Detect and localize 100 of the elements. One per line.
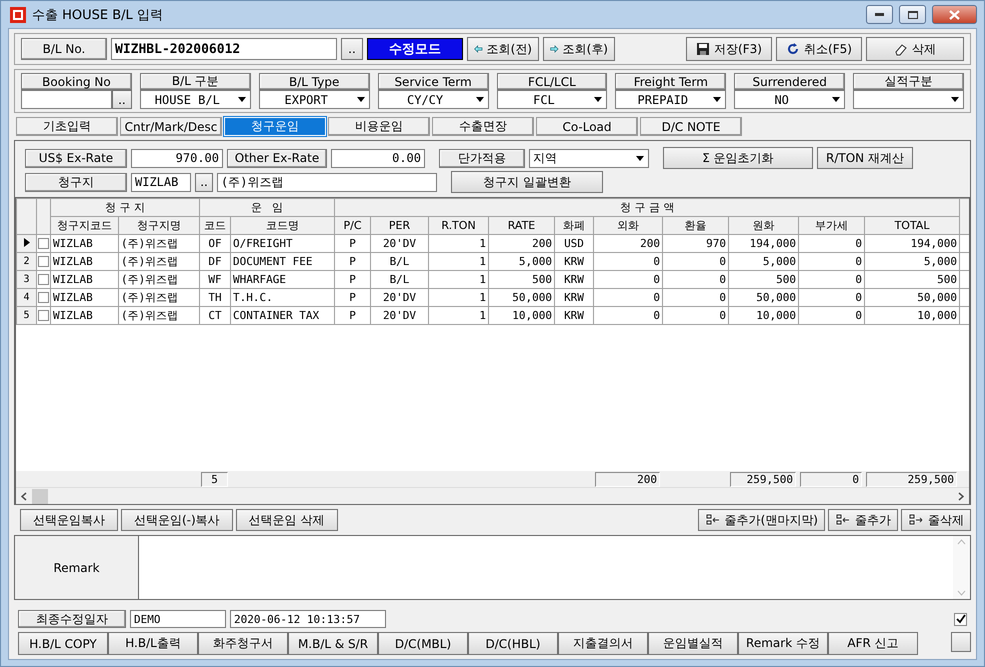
maximize-button[interactable] — [899, 5, 926, 24]
row-header[interactable]: 2 — [16, 252, 36, 270]
column-header[interactable]: 외화 — [594, 216, 662, 234]
action-button[interactable]: Remark 수정 — [738, 632, 828, 655]
tab[interactable]: 청구운임 — [224, 117, 326, 136]
recalculate-button[interactable]: R/TON 재계산 — [817, 147, 913, 169]
action-button[interactable]: D/C(HBL) — [468, 632, 558, 655]
scroll-thumb[interactable] — [32, 488, 48, 504]
action-button[interactable]: D/C(MBL) — [378, 632, 468, 655]
field-label: B/L 구분 — [140, 73, 251, 90]
bulk-convert-button[interactable]: 청구지 일괄변환 — [451, 171, 603, 193]
copy-freight-button[interactable]: 선택운임(-)복사 — [121, 509, 233, 531]
action-button[interactable]: 운임별실적 — [648, 632, 738, 655]
checkbox[interactable] — [38, 274, 49, 285]
maximize-icon — [908, 10, 918, 18]
dropdown[interactable]: CY/CY — [378, 90, 488, 109]
action-button[interactable]: M.B/L & S/R — [288, 632, 378, 655]
tab[interactable]: 기초입력 — [16, 117, 118, 136]
date-time-field[interactable]: 2020-06-12 10:13:57 — [230, 610, 386, 628]
table-cell: 970 — [662, 234, 728, 252]
checkbox[interactable] — [954, 612, 967, 626]
add-row-button[interactable]: 줄추가 — [828, 509, 898, 531]
add-row-button[interactable]: 줄추가(맨마지막) — [698, 509, 825, 531]
cancel-button[interactable]: 취소(F5) — [776, 37, 862, 61]
row-header[interactable]: 4 — [16, 288, 36, 306]
exchange-rate-field[interactable]: 0.00 — [331, 148, 425, 168]
next-button[interactable]: 조회(후) — [543, 37, 615, 61]
action-button[interactable]: 지출결의서 — [558, 632, 648, 655]
table-cell: 0 — [594, 270, 662, 288]
bill-to-name-field[interactable]: (주)위즈랩 — [217, 172, 437, 192]
action-button[interactable]: AFR 신고 — [828, 632, 918, 655]
checkbox[interactable] — [38, 238, 49, 249]
table-cell: 50,000 — [488, 288, 554, 306]
dropdown[interactable]: HOUSE B/L — [140, 90, 251, 109]
table-cell: 0 — [662, 252, 728, 270]
horizontal-scrollbar[interactable] — [16, 487, 969, 504]
lookup-button[interactable]: .. — [195, 172, 213, 192]
column-header[interactable]: R.TON — [428, 216, 488, 234]
copy-freight-button[interactable]: 선택운임복사 — [20, 509, 118, 531]
save-button[interactable]: 저장(F3) — [686, 37, 772, 61]
eraser-icon — [894, 42, 908, 56]
checkbox[interactable] — [38, 256, 49, 267]
checkbox[interactable] — [38, 292, 49, 303]
column-header[interactable]: 화폐 — [554, 216, 594, 234]
dropdown[interactable] — [853, 90, 964, 109]
lookup-button[interactable]: .. — [341, 38, 363, 60]
blank-button[interactable] — [951, 632, 971, 652]
column-header[interactable]: 코드명 — [230, 216, 334, 234]
dropdown-arrow-icon — [832, 97, 840, 102]
delete-button[interactable]: 삭제 — [866, 37, 964, 61]
column-header[interactable]: RATE — [488, 216, 554, 234]
dropdown[interactable]: NO — [734, 90, 846, 109]
table-cell: 0 — [662, 270, 728, 288]
tab[interactable]: Cntr/Mark/Desc — [120, 117, 222, 136]
table-cell: USD — [554, 234, 594, 252]
user-field[interactable]: DEMO — [130, 610, 226, 628]
tab[interactable]: 비용운임 — [328, 117, 430, 136]
tab[interactable]: D/C NOTE — [640, 117, 742, 136]
dropdown[interactable]: EXPORT — [258, 90, 370, 109]
table-cell: (주)위즈랩 — [118, 270, 200, 288]
column-header[interactable]: 코드 — [200, 216, 230, 234]
column-header[interactable]: 부가세 — [798, 216, 864, 234]
tab[interactable]: 수출면장 — [432, 117, 534, 136]
row-header[interactable]: 5 — [16, 306, 36, 324]
column-header[interactable]: 원화 — [728, 216, 798, 234]
action-button[interactable]: H.B/L COPY — [18, 632, 108, 655]
action-button[interactable]: 화주청구서 — [198, 632, 288, 655]
column-header[interactable]: 환율 — [662, 216, 728, 234]
exchange-rate-field[interactable]: 970.00 — [131, 148, 223, 168]
bl-number-field[interactable]: WIZHBL-202006012 — [111, 38, 337, 60]
table-cell: 1 — [428, 288, 488, 306]
dropdown[interactable]: FCL — [496, 90, 608, 109]
dropdown-arrow-icon — [594, 97, 602, 102]
row-header[interactable]: 3 — [16, 270, 36, 288]
tab[interactable]: Co-Load — [536, 117, 638, 136]
total-cell: 259,500 — [730, 472, 796, 486]
booking-number-field[interactable] — [21, 90, 112, 109]
row-header[interactable] — [16, 234, 36, 252]
close-button[interactable] — [932, 5, 977, 24]
lookup-button[interactable]: .. — [112, 90, 132, 109]
column-header[interactable]: P/C — [334, 216, 370, 234]
dropdown-arrow-icon — [636, 156, 644, 160]
minimize-button[interactable] — [866, 5, 893, 24]
checkbox[interactable] — [38, 310, 49, 321]
field-label: B/L Type — [258, 73, 370, 90]
column-header[interactable]: TOTAL — [864, 216, 960, 234]
delete-row-button[interactable]: 줄삭제 — [901, 509, 971, 531]
refresh-icon — [786, 42, 800, 56]
dropdown[interactable]: PREPAID — [615, 90, 726, 109]
dropdown[interactable]: 지역 — [529, 148, 649, 168]
bill-to-code-field[interactable]: WIZLAB — [131, 172, 191, 192]
action-button[interactable]: H.B/L출력 — [108, 632, 198, 655]
column-header[interactable]: 청구지명 — [118, 216, 200, 234]
copy-freight-button[interactable]: 선택운임 삭제 — [236, 509, 338, 531]
table-cell: P — [334, 252, 370, 270]
table-cell: P — [334, 306, 370, 324]
reset-freight-button[interactable]: Σ 운임초기화 — [663, 147, 813, 169]
previous-button[interactable]: 조회(전) — [467, 37, 539, 61]
column-header[interactable]: 청구지코드 — [50, 216, 118, 234]
column-header[interactable]: PER — [370, 216, 428, 234]
